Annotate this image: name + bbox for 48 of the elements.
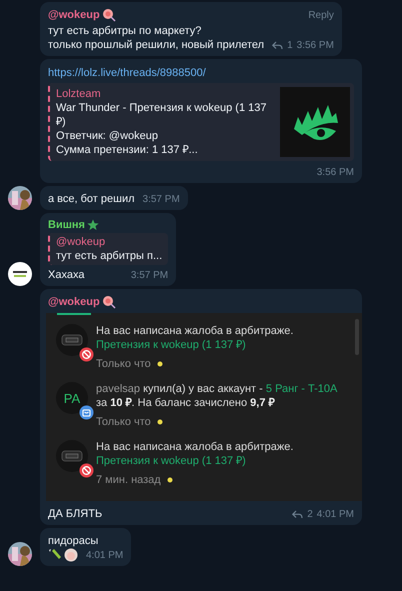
preview-text: Сумма претензии: 1 137 ₽... — [56, 143, 199, 157]
avatar-photo — [8, 186, 32, 210]
unread-dot-icon — [166, 477, 173, 483]
message-time: 3:57 PM — [130, 270, 168, 281]
message-time: 4:01 PM — [316, 509, 354, 520]
author-name[interactable]: @wokeup — [48, 9, 100, 21]
tab-underline — [57, 313, 91, 315]
message-text: тут есть арбитры по маркету? — [48, 24, 202, 38]
message-time: 3:57 PM — [142, 194, 180, 205]
quote-text: тут есть арбитры п... — [56, 249, 162, 263]
notification-text: На вас написана жалоба в арбитраже. Претензия к wokeup (1 137 ₽) — [96, 440, 294, 468]
notification-time: Только что — [96, 416, 151, 428]
ban-icon — [79, 347, 94, 362]
link[interactable]: https://lolz.live/threads/8988500/ — [48, 67, 354, 79]
unread-dot-icon — [156, 419, 163, 425]
unread-dot-icon — [156, 361, 163, 367]
message-time: 3:56 PM — [296, 40, 334, 51]
preview-title: War Thunder - Претензия к wokeup (1 137 ₽) — [56, 101, 268, 129]
notification-time: 7 мин. назад — [96, 474, 161, 486]
message-text: а все, бот решил — [48, 192, 135, 206]
link-preview[interactable]: Lolzteam War Thunder - Претензия к wokeup (1 137 ₽) Ответчик: @wokeup Сумма претензии: 1 137 ₽... — [48, 83, 354, 161]
reply-button[interactable]: Reply — [308, 10, 334, 20]
quoted-message[interactable]: @wokeup тут есть арбитры п... — [48, 233, 168, 265]
message-time: 3:56 PM — [316, 167, 354, 178]
eye-logo — [280, 87, 350, 157]
message-text: только прошлый решили, новый прилетел — [48, 38, 264, 52]
notification-text: На вас написана жалоба в арбитраже. Претензия к wokeup (1 137 ₽) — [96, 324, 294, 352]
reply-icon — [292, 510, 304, 519]
site-name: Lolzteam — [56, 87, 102, 101]
notification-text: pavelsap купил(а) у вас аккаунт - 5 Ранг - T-10A за 10 ₽. На баланс зачислено 9,7 ₽ — [96, 382, 338, 410]
message-text: пидорасы — [48, 534, 100, 548]
reply-count[interactable]: 1 — [287, 40, 293, 51]
reply-icon — [272, 41, 284, 50]
avatar-initials: PA — [64, 390, 80, 406]
preview-text: Ответчик: @wokeup — [56, 129, 159, 143]
author-name[interactable]: @wokeup — [48, 296, 100, 308]
message-text: ДА БЛЯТЬ — [48, 507, 104, 521]
notification-time: Только что — [96, 358, 151, 370]
bag-icon — [79, 405, 94, 420]
avatar-photo — [8, 542, 32, 566]
message-text: Хахаха — [48, 268, 86, 282]
author-name[interactable]: Вишня — [48, 219, 85, 231]
avatar-logo — [8, 262, 32, 286]
ban-icon — [79, 463, 94, 478]
face-sticker-icon — [64, 548, 78, 562]
reply-count[interactable]: 2 — [307, 509, 313, 520]
quote-author: @wokeup — [56, 235, 106, 249]
message-time: 4:01 PM — [86, 550, 124, 561]
